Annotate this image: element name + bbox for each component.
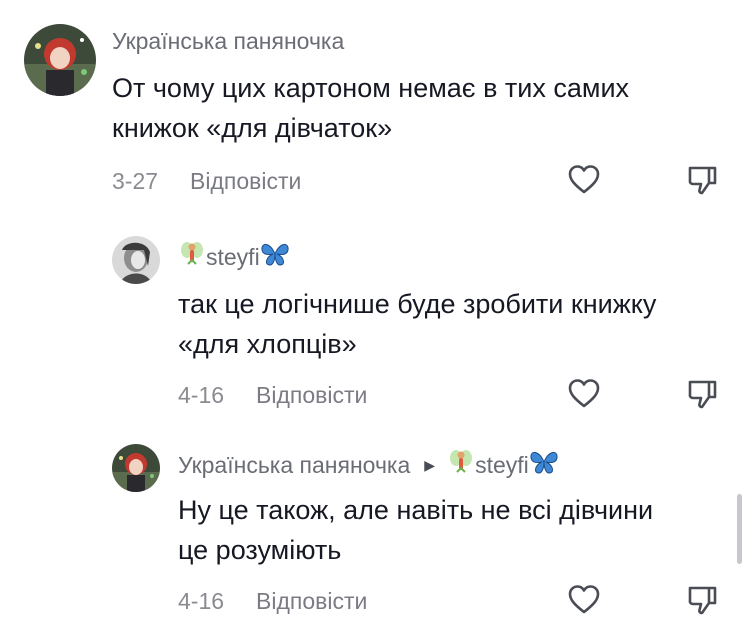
comment-date: 4-16 bbox=[178, 588, 225, 614]
heart-icon[interactable] bbox=[567, 377, 601, 411]
comment-username[interactable]: Українська паняночка bbox=[112, 28, 344, 55]
comment-text: так це логічнише буде зробити книжку «дл… bbox=[178, 284, 656, 364]
thumbs-down-icon[interactable] bbox=[685, 163, 719, 197]
comment-meta: 4-16 Відповісти bbox=[178, 382, 367, 409]
comment-text-line: це розуміють bbox=[178, 535, 342, 565]
fairy-emoji bbox=[447, 448, 475, 482]
avatar[interactable] bbox=[24, 24, 96, 96]
reply-to-username[interactable]: steyfi bbox=[475, 452, 529, 479]
comment-text-line: Ну це також, але навіть не всі дівчини bbox=[178, 495, 654, 525]
heart-icon[interactable] bbox=[567, 163, 601, 197]
comment-text: Ну це також, але навіть не всі дівчини ц… bbox=[178, 490, 653, 570]
comment-date: 4-16 bbox=[178, 382, 225, 408]
comment-text: От чому цих картоном немає в тих самих к… bbox=[112, 68, 629, 148]
caret-right-icon: ▶ bbox=[424, 456, 436, 473]
butterfly-emoji bbox=[529, 448, 559, 482]
comment-meta: 4-16 Відповісти bbox=[178, 588, 367, 615]
comment-date: 3-27 bbox=[112, 168, 159, 194]
avatar[interactable] bbox=[112, 236, 160, 284]
comment-meta: 3-27 Відповісти bbox=[112, 168, 301, 195]
username-text[interactable]: Українська паняночка bbox=[178, 452, 410, 479]
thumbs-down-icon[interactable] bbox=[685, 377, 719, 411]
username-text[interactable]: steyfi bbox=[206, 244, 260, 271]
thumbs-down-icon[interactable] bbox=[685, 583, 719, 617]
reply-button[interactable]: Відповісти bbox=[190, 168, 301, 195]
comment-username[interactable]: Українська паняночка ▶ steyfi bbox=[178, 448, 559, 482]
fairy-emoji bbox=[178, 240, 206, 274]
comment-text-line: так це логічнише буде зробити книжку bbox=[178, 289, 657, 319]
reply-button[interactable]: Відповісти bbox=[256, 382, 367, 409]
butterfly-emoji bbox=[260, 240, 290, 274]
reply-button[interactable]: Відповісти bbox=[256, 588, 367, 615]
comment-text-line: «для хлопців» bbox=[178, 329, 357, 359]
heart-icon[interactable] bbox=[567, 583, 601, 617]
comment-text-line: книжок «для дівчаток» bbox=[112, 113, 393, 143]
avatar[interactable] bbox=[112, 444, 160, 492]
scrollbar[interactable] bbox=[737, 494, 742, 564]
comment-text-line: От чому цих картоном немає в тих самих bbox=[112, 73, 630, 103]
comment-username[interactable]: steyfi bbox=[178, 240, 290, 274]
